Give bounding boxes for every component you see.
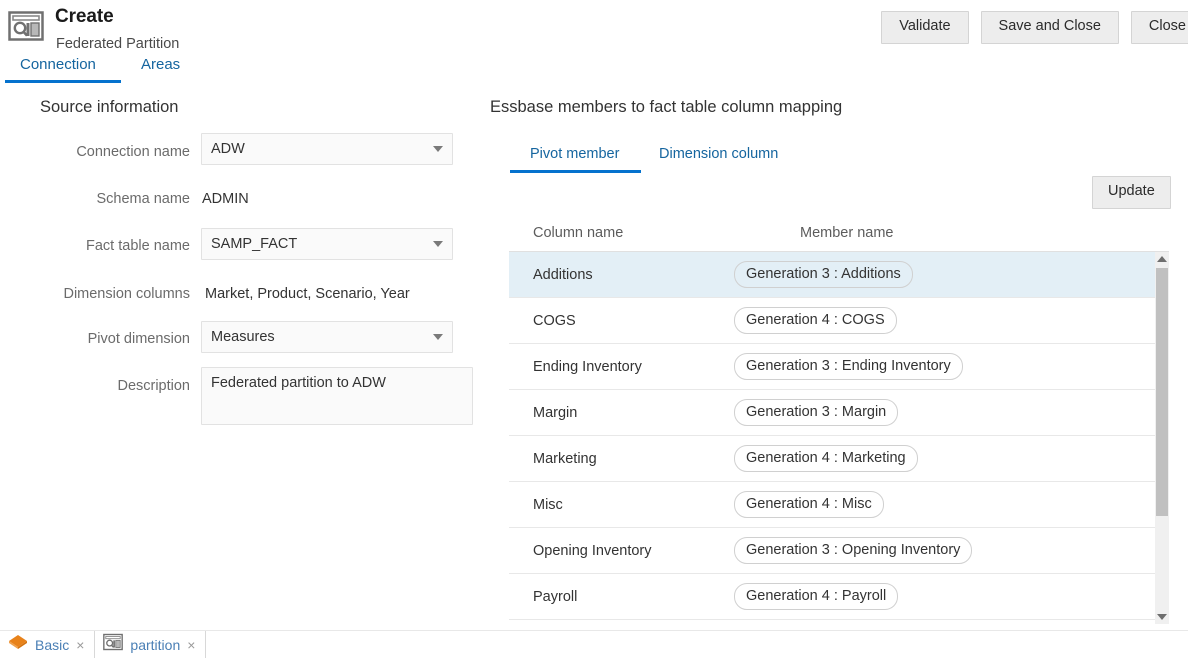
cell-member-name-chip[interactable]: Generation 3 : Ending Inventory (734, 353, 963, 380)
validate-button[interactable]: Validate (881, 11, 969, 44)
connection-name-select[interactable]: ADW (201, 133, 453, 165)
cell-column-name: Margin (533, 404, 578, 421)
table-row[interactable]: Opening Inventory Generation 3 : Opening … (509, 528, 1169, 574)
table-row[interactable]: Ending Inventory Generation 3 : Ending In… (509, 344, 1169, 390)
fact-table-name-select[interactable]: SAMP_FACT (201, 228, 453, 260)
taskbar-item-partition[interactable]: partition × (95, 630, 207, 658)
column-header-column-name: Column name (533, 225, 624, 241)
taskbar-label-basic: Basic (35, 636, 70, 653)
mapping-heading: Essbase members to fact table column map… (490, 98, 843, 116)
tab-connection[interactable]: Connection (20, 56, 96, 79)
tab-dimension-column[interactable]: Dimension column (659, 146, 778, 162)
description-label: Description (117, 378, 190, 394)
schema-name-value: ADMIN (202, 191, 249, 207)
taskbar-label-partition: partition (130, 636, 181, 653)
table-row[interactable]: Payroll Generation 4 : Payroll (509, 574, 1169, 620)
chevron-down-icon (433, 334, 443, 340)
cell-member-name-chip[interactable]: Generation 3 : Additions (734, 261, 913, 288)
page-title: Create (55, 6, 114, 27)
chevron-down-icon (433, 241, 443, 247)
page-subtitle: Federated Partition (56, 36, 180, 52)
table-scrollbar[interactable] (1155, 252, 1169, 624)
mapping-table: Column name Member name Additions Generat… (509, 218, 1169, 624)
tab-pivot-member[interactable]: Pivot member (530, 146, 619, 162)
scroll-down-arrow-icon[interactable] (1155, 610, 1169, 624)
table-row[interactable]: Misc Generation 4 : Misc (509, 482, 1169, 528)
chevron-down-icon (433, 146, 443, 152)
taskbar-close-icon-partition[interactable]: × (187, 637, 195, 653)
table-row[interactable]: COGS Generation 4 : COGS (509, 298, 1169, 344)
table-body[interactable]: Additions Generation 3 : Additions COGS Gen… (509, 252, 1169, 623)
connection-name-value: ADW (211, 141, 245, 157)
update-button[interactable]: Update (1092, 176, 1171, 209)
schema-name-label: Schema name (96, 191, 191, 207)
dimension-columns-value: Market, Product, Scenario, Year (205, 286, 410, 302)
table-row[interactable]: Marketing Generation 4 : Marketing (509, 436, 1169, 482)
cell-column-name: Ending Inventory (533, 358, 642, 375)
cell-member-name-chip[interactable]: Generation 4 : COGS (734, 307, 897, 334)
cube-icon (8, 634, 28, 655)
scroll-up-arrow-icon[interactable] (1155, 252, 1169, 266)
cell-column-name: Misc (533, 496, 563, 513)
cell-member-name-chip[interactable]: Generation 3 : Opening Inventory (734, 537, 973, 564)
main-tabs: Connection Areas (0, 56, 1188, 82)
bottom-taskbar: Basic × partition × (0, 630, 1188, 658)
cell-member-name-chip[interactable]: Generation 3 : Margin (734, 399, 899, 426)
column-header-member-name: Member name (800, 225, 894, 241)
pivot-dimension-value: Measures (211, 329, 275, 345)
partition-window-icon (103, 633, 124, 656)
partition-window-icon (8, 10, 44, 42)
taskbar-close-icon-basic[interactable]: × (76, 637, 84, 653)
cell-column-name: Payroll (533, 588, 578, 605)
pivot-dimension-label: Pivot dimension (87, 331, 190, 347)
scrollbar-thumb[interactable] (1156, 268, 1168, 516)
tab-pivot-member-underline (510, 170, 641, 173)
tab-connection-underline (5, 80, 121, 83)
fact-table-name-label: Fact table name (86, 238, 190, 254)
header-actions: Validate Save and Close Close (881, 11, 1188, 44)
fact-table-name-value: SAMP_FACT (211, 236, 298, 252)
cell-column-name: COGS (533, 312, 576, 329)
source-information-heading: Source information (40, 98, 179, 116)
dimension-columns-label: Dimension columns (63, 286, 190, 302)
pivot-dimension-select[interactable]: Measures (201, 321, 453, 353)
cell-column-name: Marketing (533, 450, 597, 467)
table-row[interactable]: Margin Generation 3 : Margin (509, 390, 1169, 436)
cell-member-name-chip[interactable]: Generation 4 : Misc (734, 491, 884, 518)
table-row[interactable]: Additions Generation 3 : Additions (509, 252, 1169, 298)
description-textarea[interactable] (201, 367, 473, 425)
connection-name-label: Connection name (76, 144, 190, 160)
cell-column-name: Additions (533, 266, 593, 283)
taskbar-item-basic[interactable]: Basic × (0, 630, 96, 658)
tab-areas[interactable]: Areas (141, 56, 180, 79)
federated-partition-create-window: Create Federated Partition Validate Save… (0, 0, 1188, 658)
close-button[interactable]: Close (1130, 11, 1188, 44)
cell-member-name-chip[interactable]: Generation 4 : Payroll (734, 583, 899, 610)
save-and-close-button[interactable]: Save and Close (980, 11, 1119, 44)
cell-member-name-chip[interactable]: Generation 4 : Marketing (734, 445, 918, 472)
table-header: Column name Member name (509, 218, 1169, 252)
cell-column-name: Opening Inventory (533, 542, 652, 559)
